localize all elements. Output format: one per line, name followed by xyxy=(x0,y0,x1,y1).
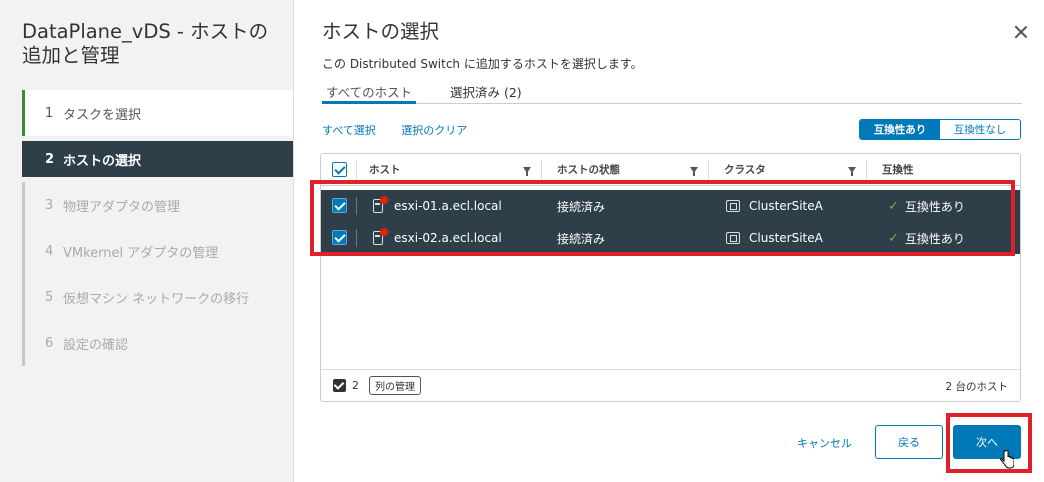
datagrid-footer: 2 列の管理 2 台のホスト xyxy=(321,369,1020,401)
add-manage-hosts-wizard: DataPlane_vDS - ホストの追加と管理 1 タスクを選択 2 ホスト… xyxy=(0,0,1044,482)
highlight-box-next xyxy=(946,413,1032,473)
step-select-task[interactable]: 1 タスクを選択 xyxy=(22,90,293,136)
selected-count: 2 xyxy=(352,379,359,392)
selected-count-icon xyxy=(333,379,346,392)
select-all-checkbox[interactable] xyxy=(332,162,347,177)
page-description: この Distributed Switch に追加するホストを選択します。 xyxy=(322,57,643,71)
filter-icon[interactable] xyxy=(690,167,698,176)
compatible-toggle-button[interactable]: 互換性あり xyxy=(860,120,940,139)
filter-icon[interactable] xyxy=(523,167,531,176)
step-manage-vmkernel-adapters: 4 VMkernel アダプタの管理 xyxy=(22,228,293,274)
page-title: ホストの選択 xyxy=(322,20,440,43)
step-migrate-vm-networking: 5 仮想マシン ネットワークの移行 xyxy=(22,274,293,320)
step-label: 物理アダプタの管理 xyxy=(63,199,181,215)
step-label: ホストの選択 xyxy=(63,153,142,169)
step-select-hosts[interactable]: 2 ホストの選択 xyxy=(22,141,293,177)
filter-icon[interactable] xyxy=(848,167,856,176)
incompatible-toggle-button[interactable]: 互換性なし xyxy=(940,120,1020,139)
select-all-link[interactable]: すべて選択 xyxy=(322,124,376,137)
host-tabs: すべてのホスト 選択済み (2) xyxy=(322,82,1022,104)
tab-selected[interactable]: 選択済み (2) xyxy=(446,82,526,104)
step-manage-physical-adapters: 3 物理アダプタの管理 xyxy=(22,182,293,228)
step-number: 3 xyxy=(45,197,54,213)
step-label: 設定の確認 xyxy=(63,337,129,353)
step-label: VMkernel アダプタの管理 xyxy=(63,245,219,261)
total-hosts: 2 台のホスト xyxy=(945,381,1008,393)
column-manager-button[interactable]: 列の管理 xyxy=(369,376,421,395)
wizard-main: ホストの選択 この Distributed Switch に追加するホストを選択… xyxy=(295,0,1044,482)
step-label: 仮想マシン ネットワークの移行 xyxy=(63,291,250,307)
column-divider xyxy=(541,160,542,180)
step-number: 6 xyxy=(45,335,54,351)
column-divider xyxy=(866,160,867,180)
wizard-sidebar: DataPlane_vDS - ホストの追加と管理 1 タスクを選択 2 ホスト… xyxy=(0,0,294,482)
cancel-button[interactable]: キャンセル xyxy=(797,435,852,451)
clear-selection-link[interactable]: 選択のクリア xyxy=(401,124,467,137)
step-number: 4 xyxy=(45,243,54,259)
close-icon[interactable] xyxy=(1013,24,1029,40)
step-label: タスクを選択 xyxy=(63,107,142,123)
back-button[interactable]: 戻る xyxy=(875,425,943,459)
step-number: 1 xyxy=(45,105,54,121)
compatibility-toggle: 互換性あり 互換性なし xyxy=(859,119,1021,140)
selection-actions: すべて選択 選択のクリア xyxy=(322,122,489,138)
step-number: 5 xyxy=(45,289,54,305)
wizard-title: DataPlane_vDS - ホストの追加と管理 xyxy=(22,20,269,67)
column-divider xyxy=(356,160,357,180)
hand-cursor-icon xyxy=(1000,450,1014,469)
highlight-box-rows xyxy=(310,180,1015,256)
wizard-steps: 1 タスクを選択 2 ホストの選択 3 物理アダプタの管理 4 VMkernel… xyxy=(22,90,293,366)
column-divider xyxy=(708,160,709,180)
step-ready-to-complete: 6 設定の確認 xyxy=(22,320,293,366)
step-number: 2 xyxy=(45,151,55,167)
tab-all-hosts[interactable]: すべてのホスト xyxy=(322,82,417,104)
